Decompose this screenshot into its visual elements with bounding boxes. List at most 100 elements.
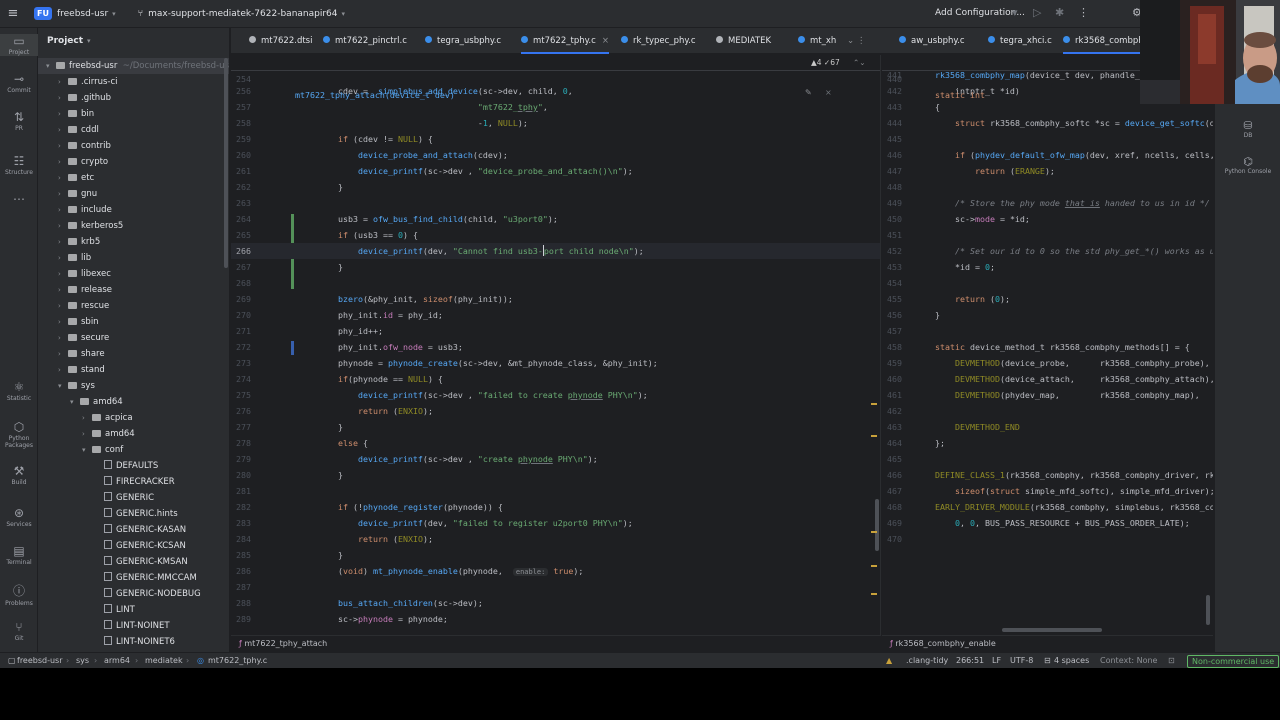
chevron-right-icon[interactable]: › [58, 234, 68, 250]
branch-selector[interactable]: max-support-mediatek-7622-bananapir64 [148, 9, 337, 19]
activity-more[interactable]: ⋯ [0, 192, 38, 206]
tree-item[interactable]: GENERIC-KCSAN [38, 538, 229, 554]
code-text[interactable]: if(phynode == NULL) { [338, 371, 443, 387]
tree-item[interactable]: › etc [38, 170, 229, 186]
code-line[interactable]: 278 else { [231, 435, 880, 451]
code-text[interactable]: device_probe_and_attach(cdev); [338, 147, 508, 163]
activity-statistic[interactable]: ⚛ Statistic [0, 380, 38, 402]
code-line[interactable]: 458 static device_method_t rk3568_combphy… [882, 339, 1213, 355]
tree-item[interactable]: › libexec [38, 266, 229, 282]
code-line[interactable]: 450 sc->mode = *id; [882, 211, 1213, 227]
code-line[interactable]: 453 *id = 0; [882, 259, 1213, 275]
code-line[interactable]: 467 sizeof(struct simple_mfd_softc), sim… [882, 483, 1213, 499]
code-line[interactable]: 469 0, 0, BUS_PASS_RESOURCE + BUS_PASS_O… [882, 515, 1213, 531]
chevron-down-icon[interactable]: ▾ [1012, 6, 1018, 19]
code-text[interactable]: if (usb3 == 0) { [338, 227, 418, 243]
inspection-widget[interactable]: ▲4 ✓67 [811, 58, 840, 67]
code-line[interactable]: 448 [882, 179, 1213, 195]
code-text[interactable]: if (!phynode_register(phynode)) { [338, 499, 503, 515]
tree-item[interactable]: › contrib [38, 138, 229, 154]
code-line[interactable]: 275 device_printf(sc->dev , "failed to c… [231, 387, 880, 403]
code-text[interactable]: DEVMETHOD(device_probe, rk3568_combphy_p… [935, 355, 1210, 371]
chevron-down-icon[interactable]: ▾ [87, 37, 91, 45]
project-panel-header[interactable]: Project ▾ [38, 28, 229, 54]
code-line[interactable]: 456} [882, 307, 1213, 323]
breadcrumb-function[interactable]: mt7622_tphy_attach [244, 639, 327, 648]
chevron-right-icon[interactable]: › [82, 426, 92, 442]
tree-item[interactable]: ▾ sys [38, 378, 229, 394]
code-text[interactable]: -1, NULL); [338, 115, 528, 131]
code-text[interactable]: } [338, 259, 343, 275]
code-line[interactable]: 267} [231, 259, 880, 275]
activity-python-packages[interactable]: ⬡ Python Packages [0, 420, 38, 449]
chevron-right-icon[interactable]: › [58, 90, 68, 106]
code-line[interactable]: 262} [231, 179, 880, 195]
right-editor[interactable]: 440 static int 441 rk3568_combphy_map(dev… [882, 55, 1213, 635]
tree-item[interactable]: LINT-NOINET6 [38, 634, 229, 650]
license-badge[interactable]: Non-commercial use [1187, 655, 1280, 668]
line-ending[interactable]: LF [992, 653, 1001, 668]
code-text[interactable]: EARLY_DRIVER_MODULE(rk3568_combphy, simp… [935, 499, 1213, 515]
code-text[interactable]: bzero(&phy_init, sizeof(phy_init)); [338, 291, 513, 307]
activity-git[interactable]: ⑂ Git [0, 620, 38, 642]
code-line[interactable]: 460 DEVMETHOD(device_attach, rk3568_comb… [882, 371, 1213, 387]
activity-project[interactable]: ▭ Project [0, 34, 38, 56]
tree-item[interactable]: › lib [38, 250, 229, 266]
code-line[interactable]: 266 device_printf(dev, "Cannot find usb3… [231, 243, 880, 259]
tab-mt7622-tphy-c[interactable]: mt7622_tphy.c × [521, 28, 609, 54]
chevron-down-icon[interactable]: ▾ [58, 378, 68, 394]
code-line[interactable]: 286 (void) mt_phynode_enable(phynode, ena… [231, 563, 880, 579]
chevron-right-icon[interactable]: › [58, 154, 68, 170]
code-line[interactable]: 283 device_printf(dev, "failed to regist… [231, 515, 880, 531]
close-icon[interactable]: × [602, 36, 609, 46]
tab-rk-typec-phy-c[interactable]: rk_typec_phy.c [621, 28, 696, 54]
code-text[interactable]: bus_attach_children(sc->dev); [338, 595, 483, 611]
code-text[interactable]: 0, 0, BUS_PASS_RESOURCE + BUS_PASS_ORDER… [935, 515, 1190, 531]
tab-aw-usbphy-c[interactable]: aw_usbphy.c [899, 28, 965, 54]
horizontal-scrollbar[interactable] [1002, 628, 1102, 632]
code-line[interactable]: 282 if (!phynode_register(phynode)) { [231, 499, 880, 515]
code-line[interactable]: 451 [882, 227, 1213, 243]
activity-terminal[interactable]: ▤ Terminal [0, 544, 38, 566]
tree-item[interactable]: GENERIC.hints [38, 506, 229, 522]
code-line[interactable]: 274 if(phynode == NULL) { [231, 371, 880, 387]
code-line[interactable]: 452 /* Set our id to 0 so the std phy_ge… [882, 243, 1213, 259]
code-line[interactable]: 465 [882, 451, 1213, 467]
tree-item[interactable]: › include [38, 202, 229, 218]
code-text[interactable]: /* Store the phy mode that is handed to … [935, 195, 1210, 211]
editor-scrollbar[interactable] [1206, 595, 1210, 625]
code-line[interactable]: 444 struct rk3568_combphy_softc *sc = de… [882, 115, 1213, 131]
code-line[interactable]: 455 return (0); [882, 291, 1213, 307]
code-text[interactable]: device_printf(sc->dev , "failed to creat… [338, 387, 648, 403]
code-text[interactable]: *id = 0; [935, 259, 995, 275]
chevron-right-icon[interactable]: › [58, 138, 68, 154]
code-text[interactable]: return (0); [935, 291, 1010, 307]
chevron-right-icon[interactable]: › [58, 298, 68, 314]
tree-item[interactable]: LINT [38, 602, 229, 618]
code-line[interactable]: 279 device_printf(sc->dev , "create phyn… [231, 451, 880, 467]
warning-icon[interactable]: ▲ [886, 653, 892, 668]
code-line[interactable]: 462 [882, 403, 1213, 419]
more-actions-icon[interactable]: ⋮ [1078, 6, 1089, 19]
code-line[interactable]: 287 [231, 579, 880, 595]
code-line[interactable]: 466 DEFINE_CLASS_1(rk3568_combphy, rk3568… [882, 467, 1213, 483]
tab-mt7622-pinctrl-c[interactable]: mt7622_pinctrl.c [323, 28, 407, 54]
code-text[interactable]: } [338, 179, 343, 195]
code-text[interactable]: phy_init.ofw_node = usb3; [338, 339, 463, 355]
chevron-right-icon[interactable]: › [58, 170, 68, 186]
chevron-right-icon[interactable]: › [82, 410, 92, 426]
tree-item[interactable]: › krb5 [38, 234, 229, 250]
code-text[interactable]: device_printf(dev, "Cannot find usb3-por… [338, 243, 644, 259]
code-text[interactable]: phynode = phynode_create(sc->dev, &mt_ph… [338, 355, 658, 371]
chevron-right-icon[interactable]: › [58, 122, 68, 138]
tab-mt7622-dtsi[interactable]: mt7622.dtsi [249, 28, 312, 54]
code-text[interactable]: } [338, 467, 343, 483]
tree-item[interactable]: › kerberos5 [38, 218, 229, 234]
code-text[interactable]: DEVMETHOD_END [935, 419, 1020, 435]
chevron-right-icon[interactable]: › [58, 74, 68, 90]
chevron-right-icon[interactable]: › [58, 106, 68, 122]
lock-icon[interactable]: ⊟ [1044, 653, 1051, 668]
activity-services[interactable]: ⊛ Services [0, 506, 38, 528]
project-name[interactable]: freebsd-usr [57, 9, 108, 19]
code-text[interactable]: /* Set our id to 0 so the std phy_get_*(… [935, 243, 1213, 259]
